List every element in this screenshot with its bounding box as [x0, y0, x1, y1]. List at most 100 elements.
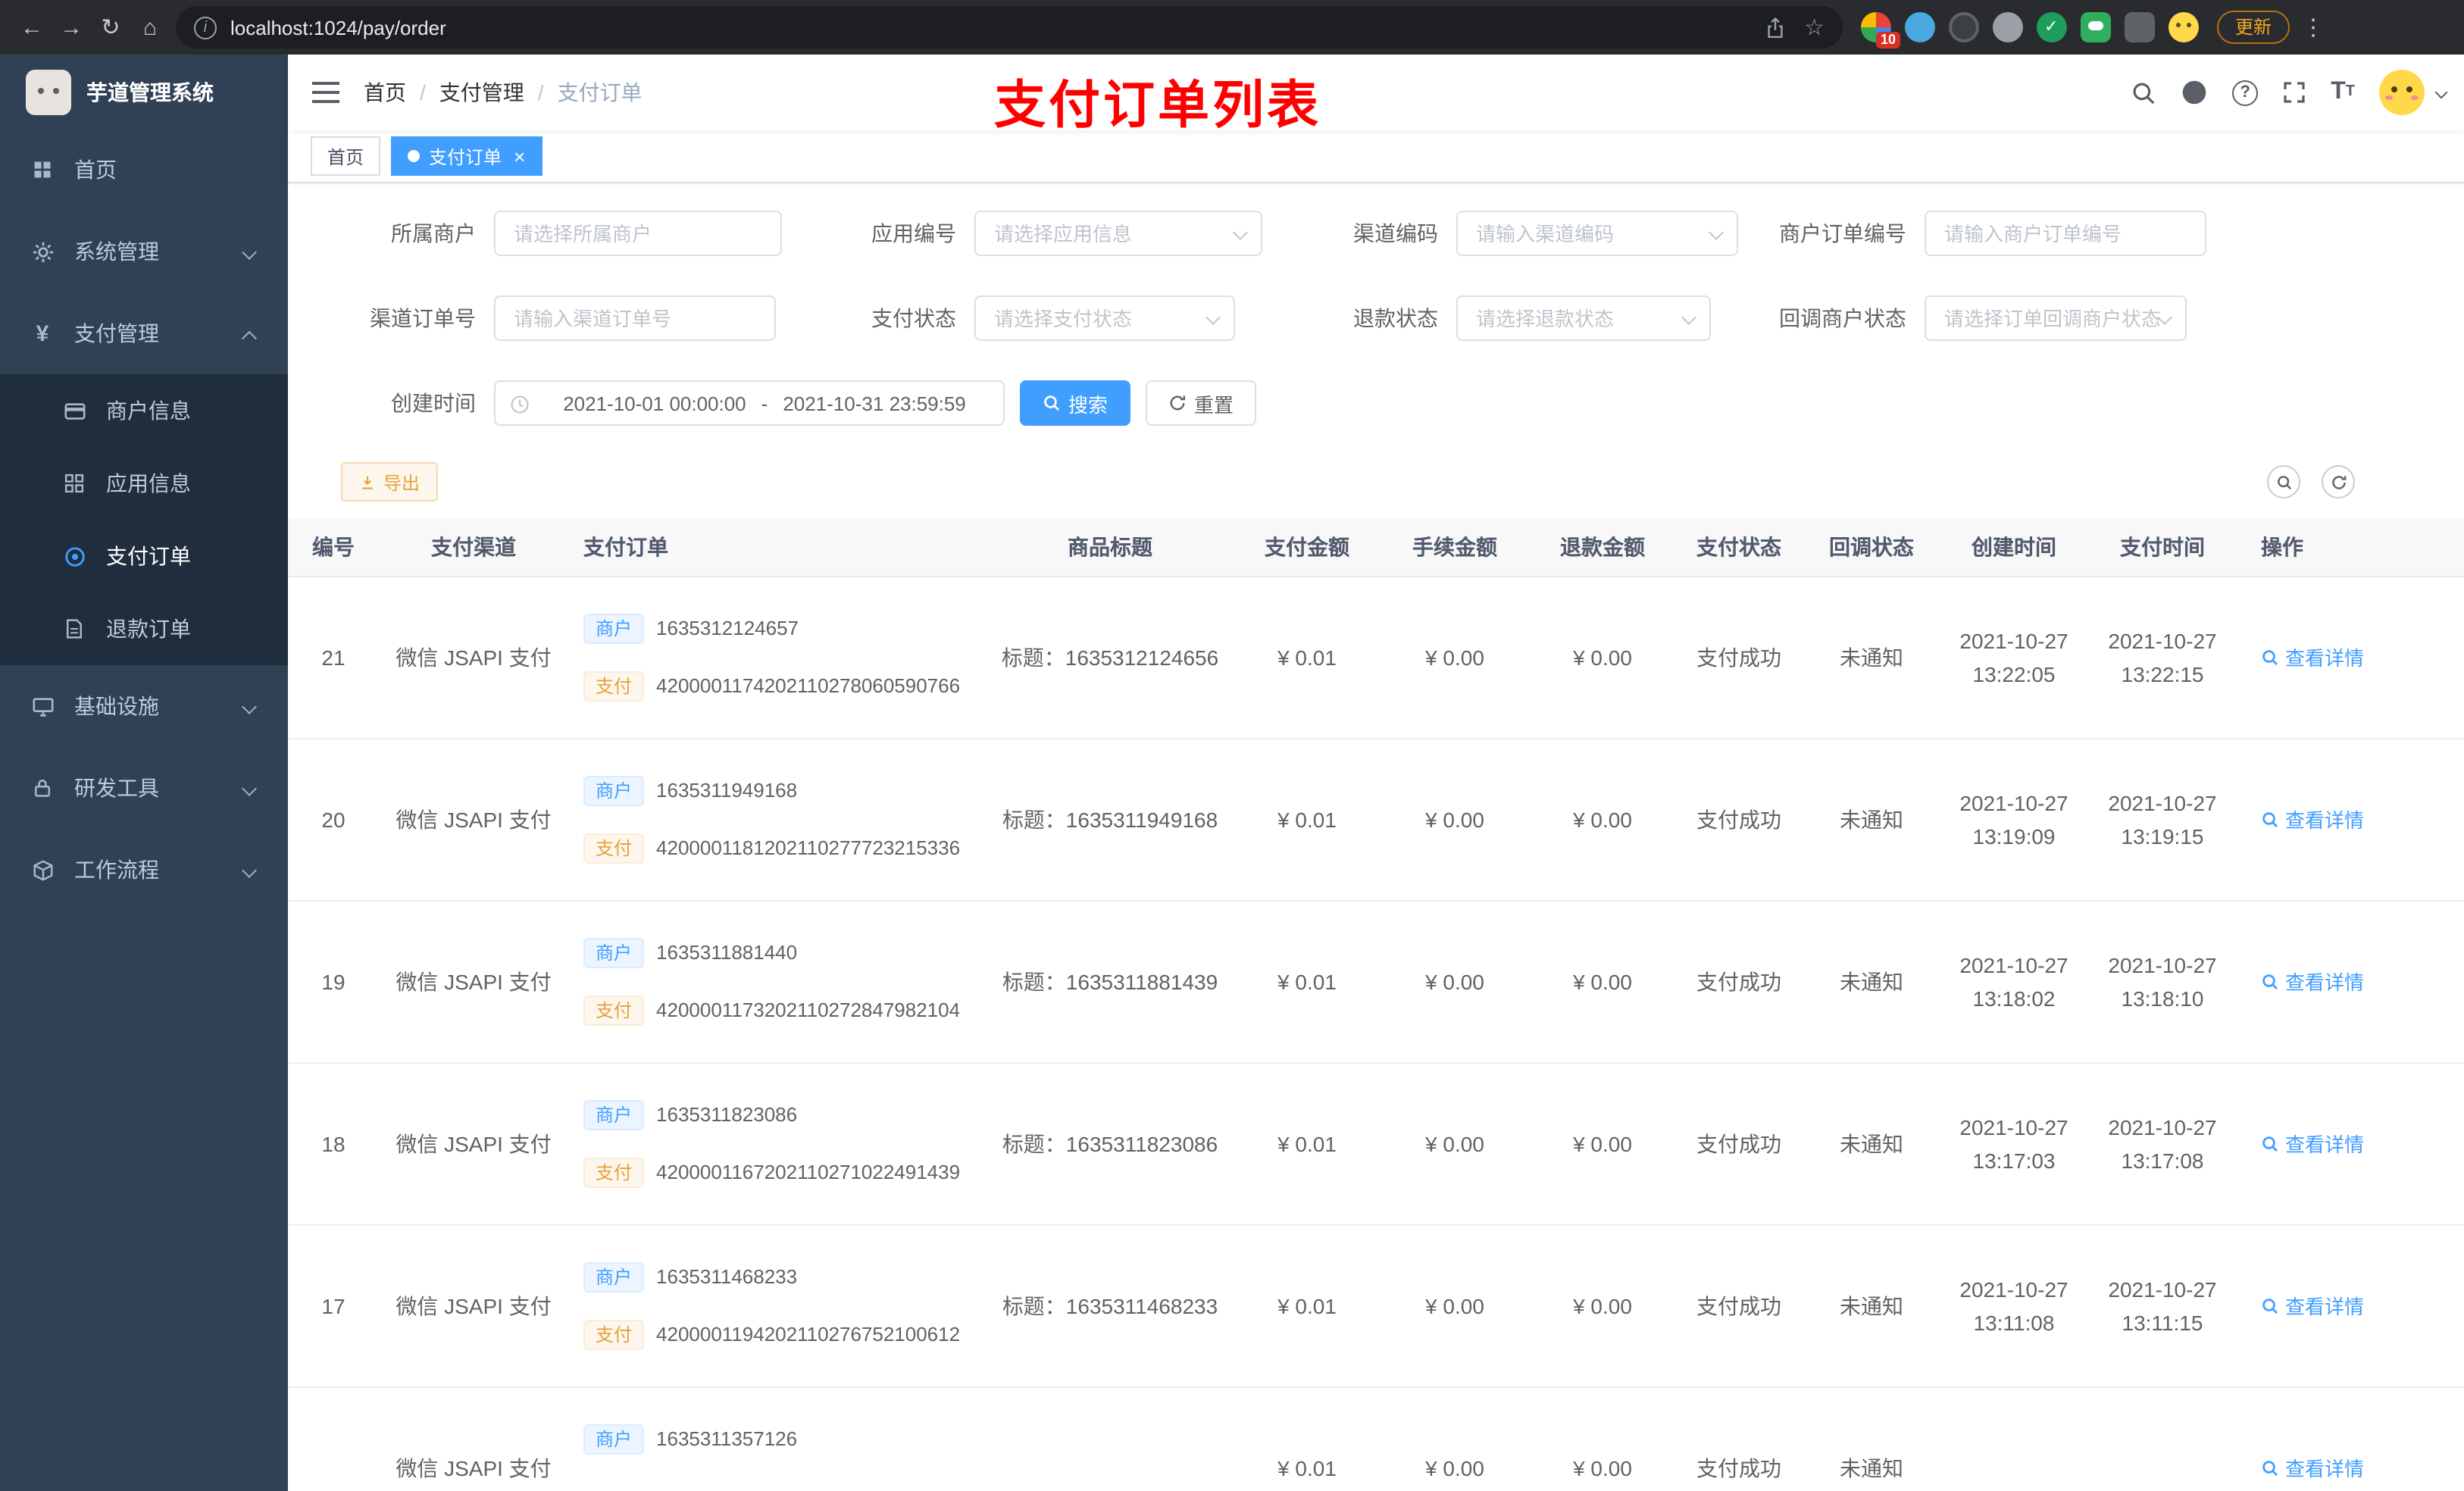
pay-tag: 支付 — [583, 995, 645, 1025]
extensions-puzzle-icon[interactable] — [2125, 12, 2155, 42]
share-icon[interactable] — [1763, 16, 1786, 39]
cell-action: 查看详情 — [2237, 1062, 2464, 1225]
pay-status-select[interactable] — [974, 295, 1235, 341]
github-icon[interactable] — [2181, 79, 2208, 106]
cell-create-time: 2021-10-27 13:18:02 — [1940, 900, 2088, 1063]
search-icon[interactable] — [2131, 80, 2156, 105]
breadcrumb-home[interactable]: 首页 — [364, 77, 406, 108]
export-button[interactable]: 导出 — [341, 462, 439, 502]
sidebar-item-refund-order[interactable]: 退款订单 — [0, 592, 288, 665]
view-detail-link[interactable]: 查看详情 — [2261, 967, 2364, 996]
forward-icon[interactable]: → — [52, 8, 91, 47]
col-channel: 支付渠道 — [379, 518, 568, 577]
browser-update-button[interactable]: 更新 — [2217, 11, 2290, 44]
reload-icon[interactable]: ↻ — [91, 8, 130, 47]
extension-icon[interactable] — [1993, 12, 2023, 42]
view-detail-link[interactable]: 查看详情 — [2261, 1129, 2364, 1158]
filter-label: 创建时间 — [391, 391, 476, 415]
sidebar-item-dev-tools[interactable]: 研发工具 — [0, 747, 288, 829]
sidebar-item-home[interactable]: 首页 — [0, 129, 288, 211]
notify-status-select[interactable] — [1925, 295, 2187, 341]
app-select[interactable] — [974, 211, 1262, 256]
filter-label: 渠道编码 — [1353, 221, 1438, 245]
cell-title: 标题：1635312124656 — [985, 576, 1235, 739]
profile-avatar-icon[interactable] — [2169, 12, 2199, 42]
fullscreen-icon[interactable] — [2282, 80, 2306, 105]
extension-icon[interactable]: 10 — [1861, 12, 1900, 48]
merchant-order-no: 1635311357126 — [656, 1427, 798, 1450]
date-range-picker[interactable]: 2021-10-01 00:00:00 - 2021-10-31 23:59:5… — [494, 380, 1005, 426]
view-detail-link[interactable]: 查看详情 — [2261, 642, 2364, 671]
cell-pay-order: 商户 1635312124657 支付 42000011742021102780… — [568, 576, 985, 739]
chevron-down-icon — [242, 862, 257, 877]
merchant-order-no: 1635311949168 — [656, 779, 798, 802]
toggle-search-button[interactable] — [2267, 465, 2300, 499]
channel-code-select[interactable] — [1456, 211, 1738, 256]
cell-status: 支付成功 — [1674, 1224, 1803, 1387]
filter-label: 应用编号 — [871, 221, 956, 245]
cell-notify: 未通知 — [1803, 1224, 1940, 1387]
merchant-order-no: 1635311823086 — [656, 1103, 798, 1126]
home-icon[interactable]: ⌂ — [130, 8, 170, 47]
cell-refund: ¥ 0.00 — [1531, 1386, 1674, 1491]
cell-fee: ¥ 0.00 — [1379, 1386, 1531, 1491]
close-icon[interactable]: × — [514, 146, 525, 166]
cell-amount: ¥ 0.01 — [1235, 1062, 1379, 1225]
filter-form: 所属商户 应用编号 渠道编码 商户订单编号 — [288, 211, 2464, 426]
merchant-order-no-input[interactable] — [1925, 211, 2206, 256]
sidebar-item-workflow[interactable]: 工作流程 — [0, 829, 288, 911]
help-icon[interactable]: ? — [2232, 80, 2259, 105]
channel-order-no-input[interactable] — [494, 295, 776, 341]
search-button[interactable]: 搜索 — [1020, 380, 1131, 426]
merchant-tag: 商户 — [583, 775, 645, 805]
col-action: 操作 — [2237, 518, 2464, 577]
refresh-button[interactable] — [2322, 465, 2355, 499]
cell-pay-time: 2021-10-27 13:17:08 — [2088, 1062, 2237, 1225]
col-amount: 支付金额 — [1235, 518, 1379, 577]
url-text[interactable]: localhost:1024/pay/order — [230, 16, 1745, 39]
view-detail-label: 查看详情 — [2285, 971, 2365, 994]
refund-status-select[interactable] — [1456, 295, 1711, 341]
pay-tag: 支付 — [583, 1157, 645, 1187]
hamburger-icon[interactable] — [312, 82, 339, 103]
sidebar-item-pay-order[interactable]: 支付订单 — [0, 520, 288, 592]
chevron-down-icon — [242, 780, 257, 796]
reset-button[interactable]: 重置 — [1146, 380, 1257, 426]
tab-home[interactable]: 首页 — [311, 136, 381, 176]
extension-icon[interactable] — [2037, 12, 2067, 42]
address-bar[interactable]: i localhost:1024/pay/order ☆ — [176, 6, 1843, 48]
document-icon — [62, 617, 86, 641]
cube-icon — [30, 858, 55, 882]
bookmark-star-icon[interactable]: ☆ — [1804, 14, 1825, 41]
extension-icon[interactable] — [2081, 12, 2111, 42]
col-id: 编号 — [288, 518, 379, 577]
merchant-select[interactable] — [494, 211, 782, 256]
chevron-down-icon[interactable] — [2434, 86, 2448, 99]
sidebar-item-app-info[interactable]: 应用信息 — [0, 447, 288, 520]
sidebar-item-pay[interactable]: ¥ 支付管理 — [0, 292, 288, 374]
tab-pay-order[interactable]: 支付订单 × — [391, 136, 543, 176]
view-detail-label: 查看详情 — [2285, 809, 2365, 832]
cell-title: 标题：1635311468233 — [985, 1224, 1235, 1387]
font-size-icon[interactable]: TT — [2331, 80, 2355, 105]
cell-create-time: 2021-10-27 13:19:09 — [1940, 738, 2088, 901]
sidebar-item-infra[interactable]: 基础设施 — [0, 665, 288, 747]
breadcrumb-section[interactable]: 支付管理 — [439, 77, 524, 108]
back-icon[interactable]: ← — [12, 8, 52, 47]
sidebar-item-system[interactable]: 系统管理 — [0, 211, 288, 292]
site-info-icon[interactable]: i — [194, 16, 217, 39]
chevron-down-icon — [242, 244, 257, 259]
view-detail-link[interactable]: 查看详情 — [2261, 1453, 2364, 1482]
view-detail-link[interactable]: 查看详情 — [2261, 1291, 2364, 1320]
view-detail-link[interactable]: 查看详情 — [2261, 805, 2364, 833]
browser-menu-icon[interactable]: ⋮ — [2302, 14, 2326, 41]
cell-pay-time: 2021-10-27 13:19:15 — [2088, 738, 2237, 901]
view-detail-label: 查看详情 — [2285, 1458, 2365, 1480]
extension-icon[interactable] — [1905, 12, 1935, 42]
extension-icon[interactable] — [1949, 12, 1979, 42]
active-dot-icon — [408, 150, 421, 162]
cell-channel: 微信 JSAPI 支付 — [379, 576, 568, 739]
pay-order-no: 4200001181202110277723215336 — [656, 836, 961, 859]
sidebar-item-merchant-info[interactable]: 商户信息 — [0, 374, 288, 447]
user-avatar[interactable] — [2379, 70, 2425, 115]
